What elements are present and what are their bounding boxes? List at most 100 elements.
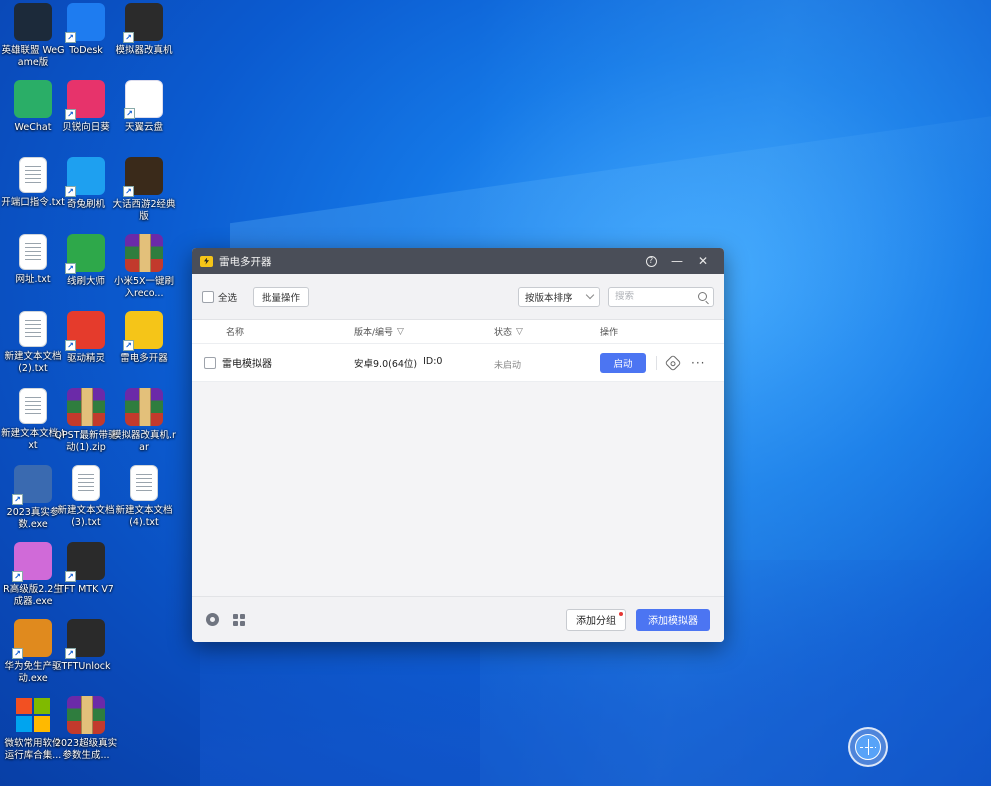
desktop-icon[interactable]: ↗ 模拟器改真机 — [114, 3, 174, 57]
gear-icon[interactable] — [206, 613, 219, 626]
archive-icon — [125, 234, 163, 272]
shortcut-arrow-icon: ↗ — [65, 571, 76, 582]
shortcut-arrow-icon: ↗ — [65, 109, 76, 120]
archive-icon — [125, 388, 163, 426]
sunflower-icon: ↗ — [65, 80, 105, 120]
shortcut-arrow-icon: ↗ — [123, 340, 134, 351]
chevron-down-icon — [585, 290, 595, 300]
help-icon: ? — [645, 255, 657, 267]
title-bar[interactable]: 雷电多开器 ? — ✕ — [192, 248, 724, 274]
tianyi-cloud-icon: ↗ — [124, 80, 163, 119]
desktop-icon[interactable]: ↗ 天翼云盘 — [114, 80, 174, 134]
shortcut-arrow-icon: ↗ — [12, 648, 23, 659]
rabbit-icon: ↗ — [65, 157, 105, 197]
shortcut-arrow-icon: ↗ — [65, 32, 76, 43]
grid-view-icon[interactable] — [233, 613, 245, 626]
shortcut-arrow-icon: ↗ — [65, 340, 76, 351]
desktop-icon[interactable]: 英雄联盟 WeGame版 — [1, 3, 65, 69]
desktop-icon[interactable]: 小米5X一键刷入reco... — [114, 234, 174, 300]
desktop-icon-label: 雷电多开器 — [120, 353, 168, 364]
notification-dot — [619, 611, 623, 616]
text-file-icon — [130, 465, 158, 501]
add-emulator-button[interactable]: 添加模拟器 — [636, 608, 710, 631]
desktop-icon[interactable]: 新建文本文档(4).txt — [114, 465, 174, 529]
filter-icon[interactable]: ▽ — [397, 327, 404, 337]
folder-app-icon: ↗ — [123, 3, 163, 43]
desktop-icon[interactable]: ↗ TFT MTK V7 — [56, 542, 116, 596]
text-file-icon — [19, 311, 47, 347]
settings-icon[interactable] — [664, 354, 682, 371]
game-icon: ↗ — [123, 157, 163, 197]
row-checkbox[interactable] — [204, 356, 216, 369]
floating-assistant-button[interactable] — [848, 727, 888, 767]
desktop-icon[interactable]: ↗ 贝锐向日葵 — [56, 80, 116, 134]
emulator-version: 安卓9.0(64位) — [354, 358, 418, 370]
desktop-icon-label: 线刷大师 — [66, 276, 105, 287]
blocks-icon: ↗ — [12, 619, 52, 659]
start-button[interactable]: 启动 — [600, 352, 646, 373]
row-actions-cell: 启动 ··· — [600, 352, 705, 373]
desktop-icon[interactable]: ↗ 奇兔刷机 — [56, 157, 116, 211]
divider — [656, 355, 657, 370]
search-box[interactable] — [608, 286, 714, 307]
help-button[interactable]: ? — [638, 248, 664, 274]
batch-ops-button[interactable]: 批量操作 — [253, 286, 310, 307]
shortcut-arrow-icon: ↗ — [123, 32, 134, 43]
desktop-icon[interactable]: ↗ 线刷大师 — [56, 234, 116, 288]
ldplayer-icon: ↗ — [123, 311, 163, 351]
shortcut-arrow-icon: ↗ — [12, 571, 23, 582]
desktop-icon[interactable]: 新建文本文档(3).txt — [56, 465, 116, 529]
select-all-label[interactable]: 全选 — [218, 290, 237, 304]
more-icon[interactable]: ··· — [691, 356, 705, 370]
desktop-icon-label: 模拟器改真机.rar — [112, 430, 176, 453]
desktop-icon[interactable]: 2023超级真实参数生成... — [55, 696, 117, 762]
close-button[interactable]: ✕ — [690, 248, 716, 274]
desktop-icon[interactable]: ↗ 华为免生产驱动.exe — [3, 619, 63, 685]
filter-icon[interactable]: ▽ — [516, 327, 523, 337]
gear-app-icon: ↗ — [12, 465, 52, 505]
table-row[interactable]: 雷电模拟器 安卓9.0(64位) ID:0 未启动 启动 ··· — [192, 344, 724, 382]
row-version-cell: 安卓9.0(64位) ID:0 — [354, 356, 494, 370]
desktop-icon-label: TFT MTK V7 — [58, 584, 114, 595]
windows-icon — [14, 696, 52, 734]
desktop-icon[interactable]: 新建文本文档(2).txt — [3, 311, 63, 375]
desktop-icon[interactable]: ↗ R高级版2.2生成器.exe — [3, 542, 63, 608]
desktop-icon[interactable]: QPST最新带驱动(1).zip — [54, 388, 118, 454]
desktop-icon[interactable]: ↗ 大话西游2经典版 — [112, 157, 176, 223]
desktop-icon[interactable]: 模拟器改真机.rar — [112, 388, 176, 454]
sort-dropdown[interactable]: 按版本排序 — [518, 286, 600, 307]
desktop-icon[interactable]: ↗ ToDesk — [56, 3, 116, 57]
status-text: 未启动 — [494, 361, 522, 371]
android-icon: ↗ — [65, 234, 105, 274]
minimize-button[interactable]: — — [664, 248, 690, 274]
list-empty-area — [192, 382, 724, 596]
desktop-icon[interactable]: ↗ TFTUnlock — [56, 619, 116, 673]
shortcut-arrow-icon: ↗ — [123, 186, 134, 197]
desktop-icon-label: 贝锐向日葵 — [62, 122, 110, 133]
row-status-cell: 未启动 — [494, 353, 600, 372]
text-file-icon — [19, 388, 47, 424]
search-icon[interactable] — [698, 292, 707, 301]
select-all-checkbox[interactable] — [202, 290, 214, 303]
crosshair-icon — [855, 734, 881, 760]
desktop-icon[interactable]: ↗ 雷电多开器 — [114, 311, 174, 365]
archive-icon — [67, 388, 105, 426]
search-input[interactable] — [615, 291, 685, 302]
desktop-icon[interactable]: ↗ 驱动精灵 — [56, 311, 116, 365]
add-group-label: 添加分组 — [576, 616, 616, 627]
col-name: 名称 — [192, 325, 354, 338]
ldplayer-logo-icon — [200, 255, 213, 267]
ld-multi-window[interactable]: 雷电多开器 ? — ✕ 全选 批量操作 按版本排序 名称 版本/编号 ▽ 状态 … — [192, 248, 724, 642]
shortcut-arrow-icon: ↗ — [65, 263, 76, 274]
desktop-icon-label: 奇兔刷机 — [66, 199, 105, 210]
add-group-button[interactable]: 添加分组 — [566, 608, 626, 631]
col-actions: 操作 — [600, 325, 618, 338]
window-title: 雷电多开器 — [219, 255, 272, 268]
todesk-icon: ↗ — [65, 3, 105, 43]
desktop-icon-label: 新建文本文档(3).txt — [57, 505, 115, 528]
emulator-name: 雷电模拟器 — [222, 359, 272, 370]
desktop-icon-label: TFTUnlock — [61, 661, 111, 672]
shortcut-arrow-icon: ↗ — [124, 108, 135, 119]
col-name-label: 名称 — [226, 328, 245, 338]
desktop-icon-label: 小米5X一键刷入reco... — [113, 276, 175, 299]
